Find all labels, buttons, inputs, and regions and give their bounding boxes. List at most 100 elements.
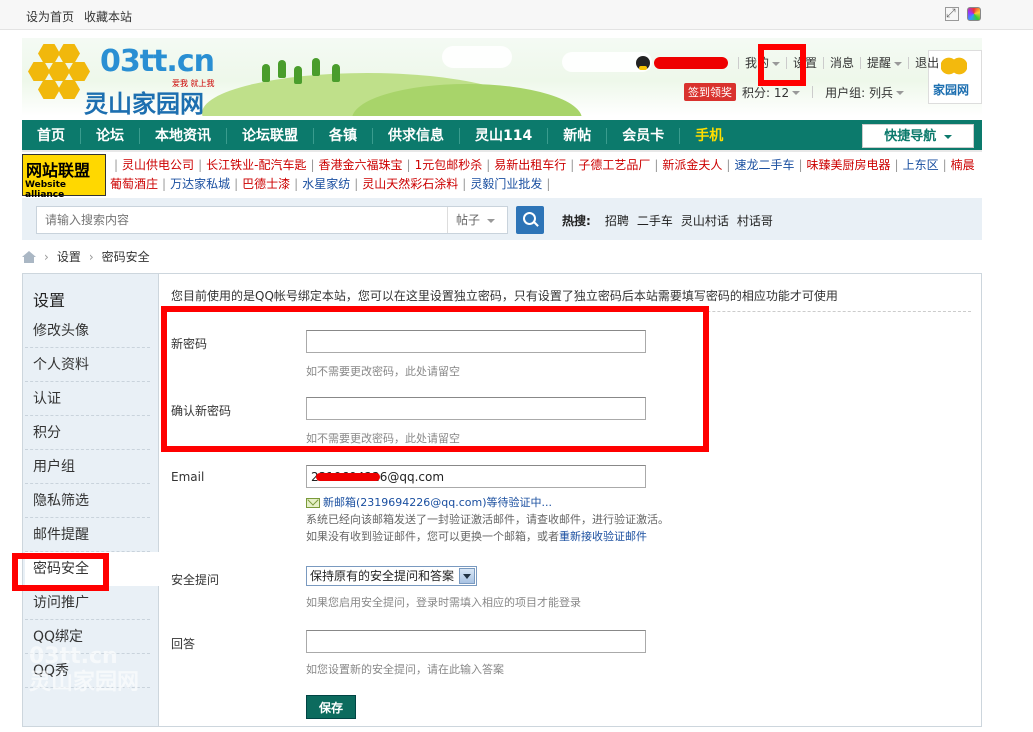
alliance-link[interactable]: 1元包邮秒杀: [415, 158, 483, 172]
sidebar-item-verification[interactable]: 认证: [25, 382, 150, 416]
email-label: Email: [171, 470, 205, 484]
sidebar-item-privacy[interactable]: 隐私筛选: [25, 484, 150, 518]
answer-input[interactable]: [306, 630, 646, 653]
nav-item-towns[interactable]: 各镇: [313, 128, 372, 144]
honeycomb-icon: [38, 80, 60, 99]
points-label: 积分: 12: [742, 85, 790, 100]
alliance-link[interactable]: 灵山供电公司: [122, 158, 194, 172]
answer-hint: 如您设置新的安全提问，请在此输入答案: [306, 663, 504, 676]
email-note-line-1: 系统已经向该邮箱发送了一封验证激活邮件，请查收邮件，进行验证激活。: [306, 513, 669, 526]
sidebar-item-promotion[interactable]: 访问推广: [25, 586, 150, 620]
nav-item-mobile[interactable]: 手机: [679, 128, 738, 144]
cloud-decoration: [442, 46, 512, 68]
answer-label: 回答: [171, 637, 196, 651]
alliance-link[interactable]: 香港金六福珠宝: [319, 158, 403, 172]
security-question-value: 保持原有的安全提问和答案: [310, 569, 455, 583]
nav-item-supply-demand[interactable]: 供求信息: [372, 128, 459, 144]
alliance-link[interactable]: 灵山天然彩石涂料: [362, 177, 458, 191]
home-icon[interactable]: [22, 250, 36, 263]
search-scope-select[interactable]: 帖子: [447, 207, 507, 233]
chevron-down-icon: [486, 218, 495, 223]
tree-decoration: [332, 64, 340, 82]
sidebar-item-usergroup[interactable]: 用户组: [25, 450, 150, 484]
alliance-link[interactable]: 水星家纺: [302, 177, 350, 191]
top-links: 设为首页 收藏本站: [26, 8, 132, 25]
hot-search-link[interactable]: 灵山村话: [681, 212, 729, 229]
link-separator: |: [114, 158, 119, 172]
hot-search-link[interactable]: 村话哥: [737, 212, 773, 229]
chevron-down-icon: [792, 91, 801, 95]
alliance-link[interactable]: 灵毅门业批发: [470, 177, 542, 191]
chevron-right-icon: ›: [88, 249, 94, 264]
alliance-badge: 网站联盟 Website alliance: [22, 154, 106, 200]
nav-item-new-posts[interactable]: 新帖: [547, 128, 606, 144]
link-separator: |: [310, 158, 315, 172]
alliance-link[interactable]: 长江铁业-配汽车匙: [206, 158, 306, 172]
alliance-badge-subtitle: Website alliance: [25, 180, 67, 200]
user-group-menu[interactable]: 用户组: 列兵: [825, 84, 904, 101]
highlight-box-password-fields: [161, 306, 709, 452]
watermark-line: 03tt.cn: [29, 644, 118, 669]
email-pending-line: 新邮箱(2319694226@qq.com)等待验证中...: [306, 494, 669, 511]
quick-nav-button[interactable]: 快捷导航: [862, 124, 974, 148]
mail-verified-icon: [306, 498, 320, 508]
fullscreen-icon[interactable]: [945, 6, 959, 21]
hot-searches: 热搜: 招聘 二手车 灵山村话 村话哥: [562, 212, 773, 229]
sidebar-item-points[interactable]: 积分: [25, 416, 150, 450]
reminders-menu[interactable]: 提醒: [860, 57, 908, 69]
alliance-link[interactable]: 易新出租车行: [494, 158, 566, 172]
save-button[interactable]: 保存: [306, 695, 356, 719]
set-homepage-link[interactable]: 设为首页: [26, 8, 74, 25]
honeycomb-icon: [68, 62, 90, 81]
sidebar-item-profile[interactable]: 个人资料: [25, 348, 150, 382]
alliance-link[interactable]: 巴德士漆: [242, 177, 290, 191]
points-menu[interactable]: 积分: 12: [742, 84, 801, 101]
chevron-down-icon: [896, 91, 904, 95]
link-separator: |: [162, 177, 167, 191]
chevron-down-icon: [894, 61, 903, 66]
search-box: 帖子: [36, 206, 508, 234]
alliance-link[interactable]: 子德工艺品厂: [578, 158, 650, 172]
user-group-label: 用户组: 列兵: [825, 85, 893, 100]
link-separator: |: [894, 158, 899, 172]
alliance-link[interactable]: 速龙二手车: [734, 158, 794, 172]
search-button[interactable]: [516, 206, 544, 234]
sidebar-item-email-reminder[interactable]: 邮件提醒: [25, 518, 150, 552]
hot-search-link[interactable]: 二手车: [637, 212, 673, 229]
resend-verification-link[interactable]: 重新接收验证邮件: [559, 530, 647, 543]
nav-item-home[interactable]: 首页: [22, 128, 80, 144]
sign-in-reward-button[interactable]: 签到领奖: [684, 83, 736, 101]
alliance-link[interactable]: 万达家私城: [170, 177, 230, 191]
nav-item-forum-alliance[interactable]: 论坛联盟: [226, 128, 313, 144]
breadcrumb-current: 密码安全: [101, 250, 150, 264]
logout-link[interactable]: 退出: [908, 57, 945, 69]
search-scope-label: 帖子: [456, 213, 481, 227]
alliance-link[interactable]: 上东区: [903, 158, 939, 172]
sidebar-item-avatar[interactable]: 修改头像: [25, 314, 150, 348]
nav-item-forum[interactable]: 论坛: [80, 128, 139, 144]
divider: [812, 86, 814, 98]
security-question-select[interactable]: 保持原有的安全提问和答案: [306, 566, 477, 586]
reminders-label: 提醒: [867, 56, 892, 70]
breadcrumb-settings[interactable]: 设置: [57, 248, 81, 265]
email-note-text: 如果没有收到验证邮件，您可以更换一个邮箱，或者: [306, 530, 559, 543]
honeycomb-icon: [38, 44, 60, 63]
honeycomb-icon: [58, 80, 80, 99]
website-alliance: 网站联盟 Website alliance | 灵山供电公司 | 长江铁业-配汽车匙 |…: [22, 152, 982, 200]
security-question-hint: 如果您启用安全提问，登录时需填入相应的项目才能登录: [306, 596, 581, 609]
hot-search-label: 热搜:: [562, 214, 591, 228]
nav-item-lingshan114[interactable]: 灵山114: [459, 128, 547, 144]
site-logo[interactable]: 03tt.cn 爱我 就上我 灵山家园网: [22, 40, 222, 116]
nav-item-member-card[interactable]: 会员卡: [606, 128, 679, 144]
messages-link[interactable]: 消息: [823, 57, 860, 69]
hot-search-link[interactable]: 招聘: [605, 212, 629, 229]
theme-color-icon[interactable]: [967, 7, 981, 21]
logo-domain: 03tt.cn: [100, 44, 215, 79]
nav-item-local-news[interactable]: 本地资讯: [139, 128, 226, 144]
alliance-link[interactable]: 新派金夫人: [662, 158, 722, 172]
link-separator: |: [462, 177, 467, 191]
alliance-link[interactable]: 味臻美厨房电器: [807, 158, 891, 172]
bookmark-site-link[interactable]: 收藏本站: [84, 8, 132, 25]
search-input[interactable]: [37, 207, 447, 233]
alliance-links: | 灵山供电公司 | 长江铁业-配汽车匙 | 香港金六福珠宝 | 1元包邮秒杀 | 易新出租车行 |…: [110, 156, 982, 194]
